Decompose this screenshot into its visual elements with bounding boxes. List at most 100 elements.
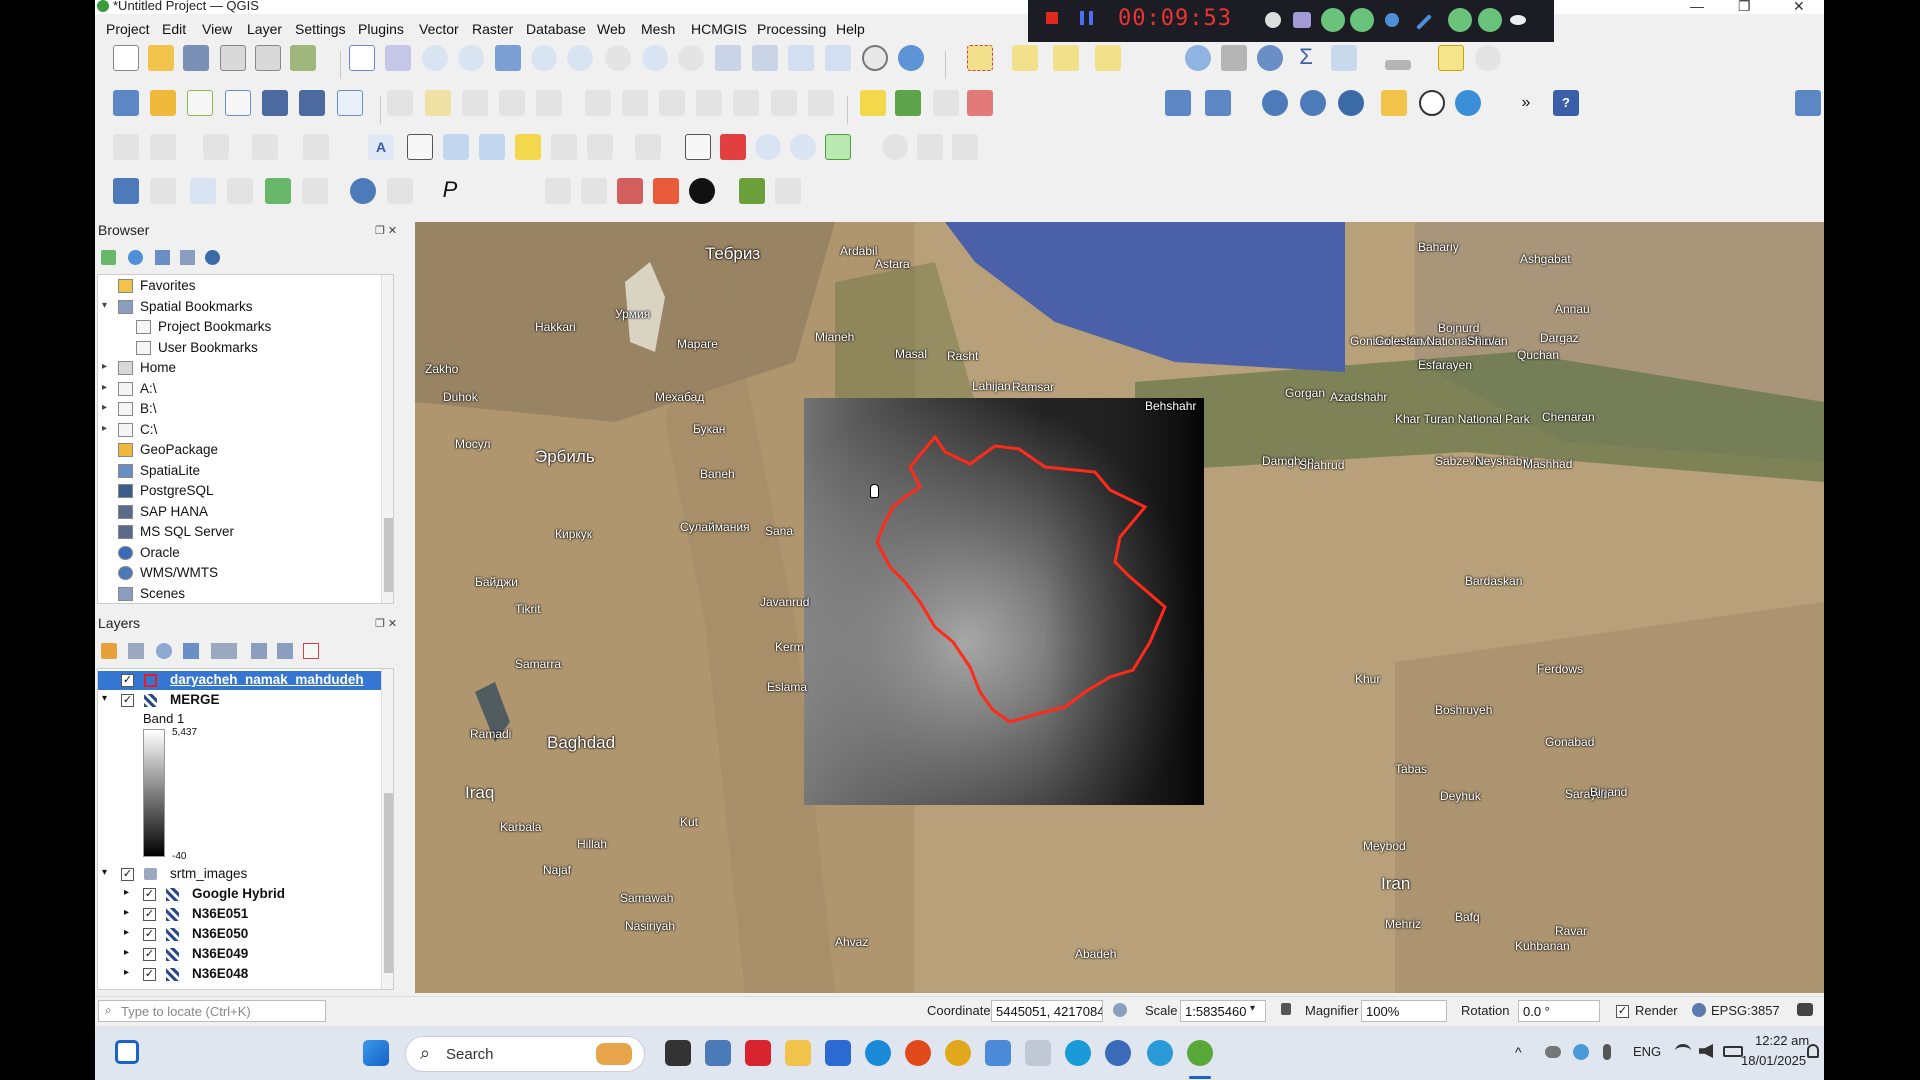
- add-polygon-annotation-icon[interactable]: [443, 134, 469, 160]
- identify-info-icon[interactable]: [350, 178, 376, 204]
- current-edits-icon[interactable]: [387, 90, 413, 116]
- layer-visibility-checkbox[interactable]: ✓: [143, 968, 156, 981]
- pan-to-selection-icon[interactable]: [385, 45, 411, 71]
- browser-item[interactable]: GeoPackage: [98, 441, 393, 461]
- layer-row-daryacheh[interactable]: ✓ daryacheh_namak_mahdudeh: [98, 671, 388, 690]
- browser-item[interactable]: ▸ B:\: [98, 400, 393, 420]
- calculator-icon[interactable]: [705, 1040, 731, 1066]
- statistical-summary-icon[interactable]: Σ: [1293, 45, 1319, 71]
- manage-visibility-icon[interactable]: [156, 643, 172, 659]
- store-icon[interactable]: [825, 1040, 851, 1066]
- compass-icon[interactable]: [1419, 90, 1445, 116]
- quickmapservices-icon[interactable]: [1338, 90, 1364, 116]
- measure-line-icon[interactable]: [1385, 60, 1411, 70]
- expand-arrow-icon[interactable]: ▸: [124, 947, 129, 958]
- python-console-icon[interactable]: [1381, 90, 1407, 116]
- layers-panel-float-close[interactable]: ❐ ✕: [375, 617, 397, 630]
- clock-icon[interactable]: [1265, 12, 1281, 28]
- copy-features-icon[interactable]: [696, 90, 722, 116]
- database-icon[interactable]: [1205, 90, 1231, 116]
- text-annotation-icon[interactable]: [635, 134, 661, 160]
- save-edits-icon[interactable]: [462, 90, 488, 116]
- browser-item[interactable]: Project Bookmarks: [98, 318, 393, 338]
- snap-icon[interactable]: [150, 178, 176, 204]
- cursor-icon[interactable]: [1448, 8, 1472, 32]
- add-group-icon[interactable]: [128, 643, 144, 659]
- menu-edit[interactable]: Edit: [162, 21, 186, 37]
- remove-layer-icon[interactable]: [303, 643, 319, 659]
- render-checkbox[interactable]: ✓: [1616, 1005, 1629, 1018]
- globe-app-icon[interactable]: [1105, 1040, 1131, 1066]
- menu-project[interactable]: Project: [106, 21, 150, 37]
- menu-layer[interactable]: Layer: [247, 21, 282, 37]
- telegram-icon[interactable]: [1147, 1040, 1173, 1066]
- expand-arrow-icon[interactable]: ▾: [102, 300, 107, 311]
- add-mesh-layer-icon[interactable]: [299, 90, 325, 116]
- expand-arrow-icon[interactable]: ▾: [102, 693, 107, 704]
- add-picture-annotation-icon[interactable]: [587, 134, 613, 160]
- metasearch-icon[interactable]: [1262, 90, 1288, 116]
- layer-diagram-icon[interactable]: [895, 90, 921, 116]
- refresh-browser-icon[interactable]: [128, 250, 143, 265]
- menu-raster[interactable]: Raster: [472, 21, 513, 37]
- magnifier-field[interactable]: 100%: [1361, 1000, 1447, 1022]
- identify-features-icon[interactable]: [1185, 45, 1211, 71]
- paste-features-icon[interactable]: [733, 90, 759, 116]
- merge-attributes-icon[interactable]: [581, 178, 607, 204]
- layer-row-n36e051[interactable]: ▸ ✓ N36E051: [98, 905, 388, 924]
- menu-settings[interactable]: Settings: [295, 21, 346, 37]
- speaker-icon[interactable]: [1321, 8, 1345, 32]
- restore-icon[interactable]: ❐: [1738, 0, 1751, 15]
- rotate-feature-icon[interactable]: [190, 178, 216, 204]
- wifi-icon[interactable]: [1675, 1044, 1691, 1058]
- skype-icon[interactable]: [1065, 1040, 1091, 1066]
- georeference-icon[interactable]: [720, 134, 746, 160]
- menu-vector[interactable]: Vector: [419, 21, 459, 37]
- menu-hcmgis[interactable]: HCMGIS: [691, 21, 747, 37]
- widgets-icon[interactable]: [115, 1040, 139, 1064]
- new-map-view-icon[interactable]: [715, 45, 741, 71]
- coordinate-field[interactable]: 5445051, 4217084: [991, 1000, 1103, 1022]
- layers-scrollbar[interactable]: [381, 669, 393, 989]
- group-visibility-checkbox[interactable]: ✓: [121, 868, 134, 881]
- show-bookmarks-icon[interactable]: [825, 45, 851, 71]
- browser-item[interactable]: PostgreSQL: [98, 482, 393, 502]
- pen-icon[interactable]: [1416, 14, 1432, 30]
- menu-help[interactable]: Help: [836, 21, 865, 37]
- add-vector-layer-icon[interactable]: [187, 90, 213, 116]
- menu-view[interactable]: View: [202, 21, 232, 37]
- deselect-features-icon[interactable]: [1053, 45, 1079, 71]
- select-features-icon[interactable]: [967, 45, 993, 71]
- db-manager-icon[interactable]: [1165, 90, 1191, 116]
- open-layer-styling-icon[interactable]: [101, 643, 117, 659]
- notification-bell-icon[interactable]: [1807, 1044, 1819, 1058]
- layer-row-n36e050[interactable]: ▸ ✓ N36E050: [98, 925, 388, 944]
- toggle-extents-icon[interactable]: [1113, 1003, 1127, 1017]
- digitize-circle-icon[interactable]: [150, 134, 176, 160]
- split-parts-icon[interactable]: [509, 178, 535, 204]
- digitize-polygon-icon[interactable]: [303, 134, 329, 160]
- lock-scale-icon[interactable]: [1281, 1003, 1291, 1015]
- new-print-layout-icon[interactable]: [220, 45, 246, 71]
- expand-arrow-icon[interactable]: ▸: [124, 887, 129, 898]
- expand-arrow-icon[interactable]: ▸: [124, 967, 129, 978]
- edge-icon[interactable]: [865, 1040, 891, 1066]
- profile-tool-icon[interactable]: P: [437, 178, 463, 204]
- field-calculator-icon[interactable]: [1221, 45, 1247, 71]
- redo-icon[interactable]: [808, 90, 834, 116]
- select-by-value-icon[interactable]: [1012, 45, 1038, 71]
- highlight-pinned-labels-icon[interactable]: [933, 90, 959, 116]
- expand-arrow-icon[interactable]: ▸: [102, 382, 107, 393]
- camera-icon[interactable]: [1293, 12, 1311, 28]
- checkerboard-icon[interactable]: [653, 178, 679, 204]
- expand-arrow-icon[interactable]: ▸: [102, 361, 107, 372]
- tools-icon[interactable]: [952, 134, 978, 160]
- layer-group-srtm[interactable]: ▾ ✓ srtm_images: [98, 865, 388, 884]
- copy-layer-icon[interactable]: [685, 134, 711, 160]
- layer-visibility-checkbox[interactable]: ✓: [143, 908, 156, 921]
- add-part-icon[interactable]: [302, 178, 328, 204]
- zoom-to-selection-icon[interactable]: [531, 45, 557, 71]
- add-virtual-layer-icon[interactable]: [337, 90, 363, 116]
- add-marker-annotation-icon[interactable]: [515, 134, 541, 160]
- temporal-controller-icon[interactable]: [862, 45, 888, 71]
